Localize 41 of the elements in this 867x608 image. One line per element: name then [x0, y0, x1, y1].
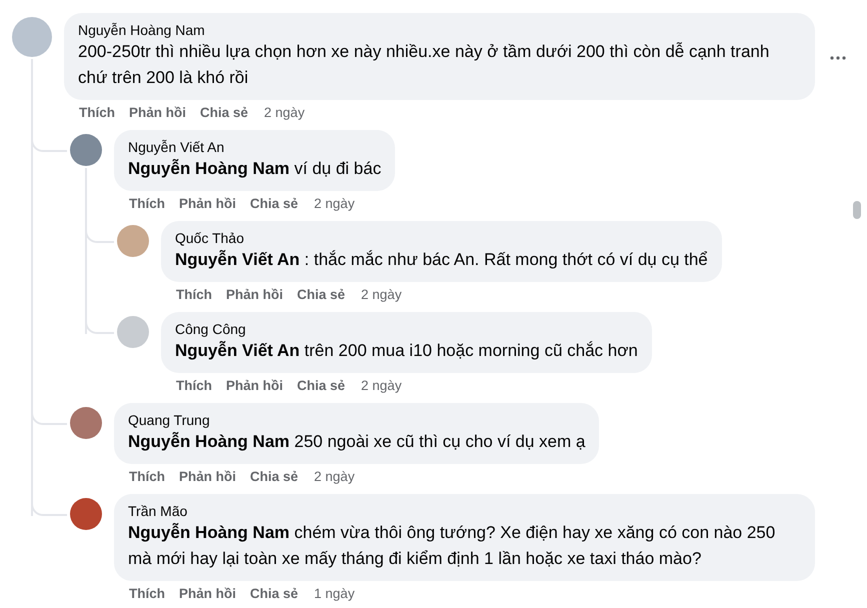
- action-link[interactable]: Thích: [129, 195, 165, 213]
- action-link[interactable]: Chia sẻ: [250, 195, 298, 213]
- action-link[interactable]: Thích: [129, 585, 165, 603]
- action-link[interactable]: Thích: [176, 286, 212, 304]
- action-link[interactable]: Chia sẻ: [250, 468, 298, 486]
- action-link[interactable]: Thích: [79, 104, 115, 122]
- comment-text: Nguyễn Hoàng Nam ví dụ đi bác: [128, 158, 382, 180]
- author-name[interactable]: Trần Mão: [128, 502, 801, 520]
- timestamp[interactable]: 1 ngày: [314, 585, 355, 603]
- action-link[interactable]: Phản hồi: [129, 104, 186, 122]
- timestamp[interactable]: 2 ngày: [314, 468, 355, 486]
- avatar[interactable]: [70, 498, 102, 530]
- action-link[interactable]: Phản hồi: [226, 286, 283, 304]
- more-options-icon[interactable]: [830, 56, 846, 60]
- timestamp[interactable]: 2 ngày: [361, 286, 402, 304]
- action-link[interactable]: Phản hồi: [179, 585, 236, 603]
- action-link[interactable]: Phản hồi: [179, 468, 236, 486]
- avatar[interactable]: [70, 134, 102, 166]
- action-link[interactable]: Chia sẻ: [250, 585, 298, 603]
- action-link[interactable]: Chia sẻ: [297, 377, 346, 395]
- timestamp[interactable]: 2 ngày: [264, 104, 305, 122]
- action-link[interactable]: Phản hồi: [226, 377, 283, 395]
- action-link[interactable]: Phản hồi: [179, 195, 236, 213]
- comment-text: 200-250tr thì nhiều lựa chọn hơn xe này nhiều.xe này ở tầm dưới 200 thì còn dễ cạnh tranh chứ trên 200 là khó rồi: [78, 41, 770, 89]
- author-name[interactable]: Nguyễn Hoàng Nam: [78, 21, 801, 39]
- avatar[interactable]: [70, 407, 102, 439]
- timestamp[interactable]: 2 ngày: [314, 195, 355, 213]
- author-name[interactable]: Công Công: [175, 320, 638, 338]
- timestamp[interactable]: 2 ngày: [361, 377, 402, 395]
- comment-text: Nguyễn Viết An : thắc mắc như bác An. Rất mong thớt có ví dụ cụ thể: [175, 249, 708, 271]
- author-name[interactable]: Quốc Thảo: [175, 229, 708, 247]
- action-link[interactable]: Chia sẻ: [297, 286, 346, 304]
- action-link[interactable]: Thích: [129, 468, 165, 486]
- comment-text: Nguyễn Hoàng Nam chém vừa thôi ông tướng? Xe điện hay xe xăng có con nào 250 mà mới hay lại toàn xe mấy tháng đi kiểm định 1 lần hoặc xe taxi tháo mào?: [128, 522, 776, 570]
- author-name[interactable]: Nguyễn Viết An: [128, 138, 382, 156]
- comment-text: Nguyễn Viết An trên 200 mua i10 hoặc morning cũ chắc hơn: [175, 340, 638, 362]
- author-name[interactable]: Quang Trung: [128, 411, 586, 429]
- scrollbar-thumb[interactable]: [853, 201, 861, 219]
- comment-text: Nguyễn Hoàng Nam 250 ngoài xe cũ thì cụ cho ví dụ xem ạ: [128, 431, 586, 453]
- action-link[interactable]: Thích: [176, 377, 212, 395]
- action-link[interactable]: Chia sẻ: [200, 104, 248, 122]
